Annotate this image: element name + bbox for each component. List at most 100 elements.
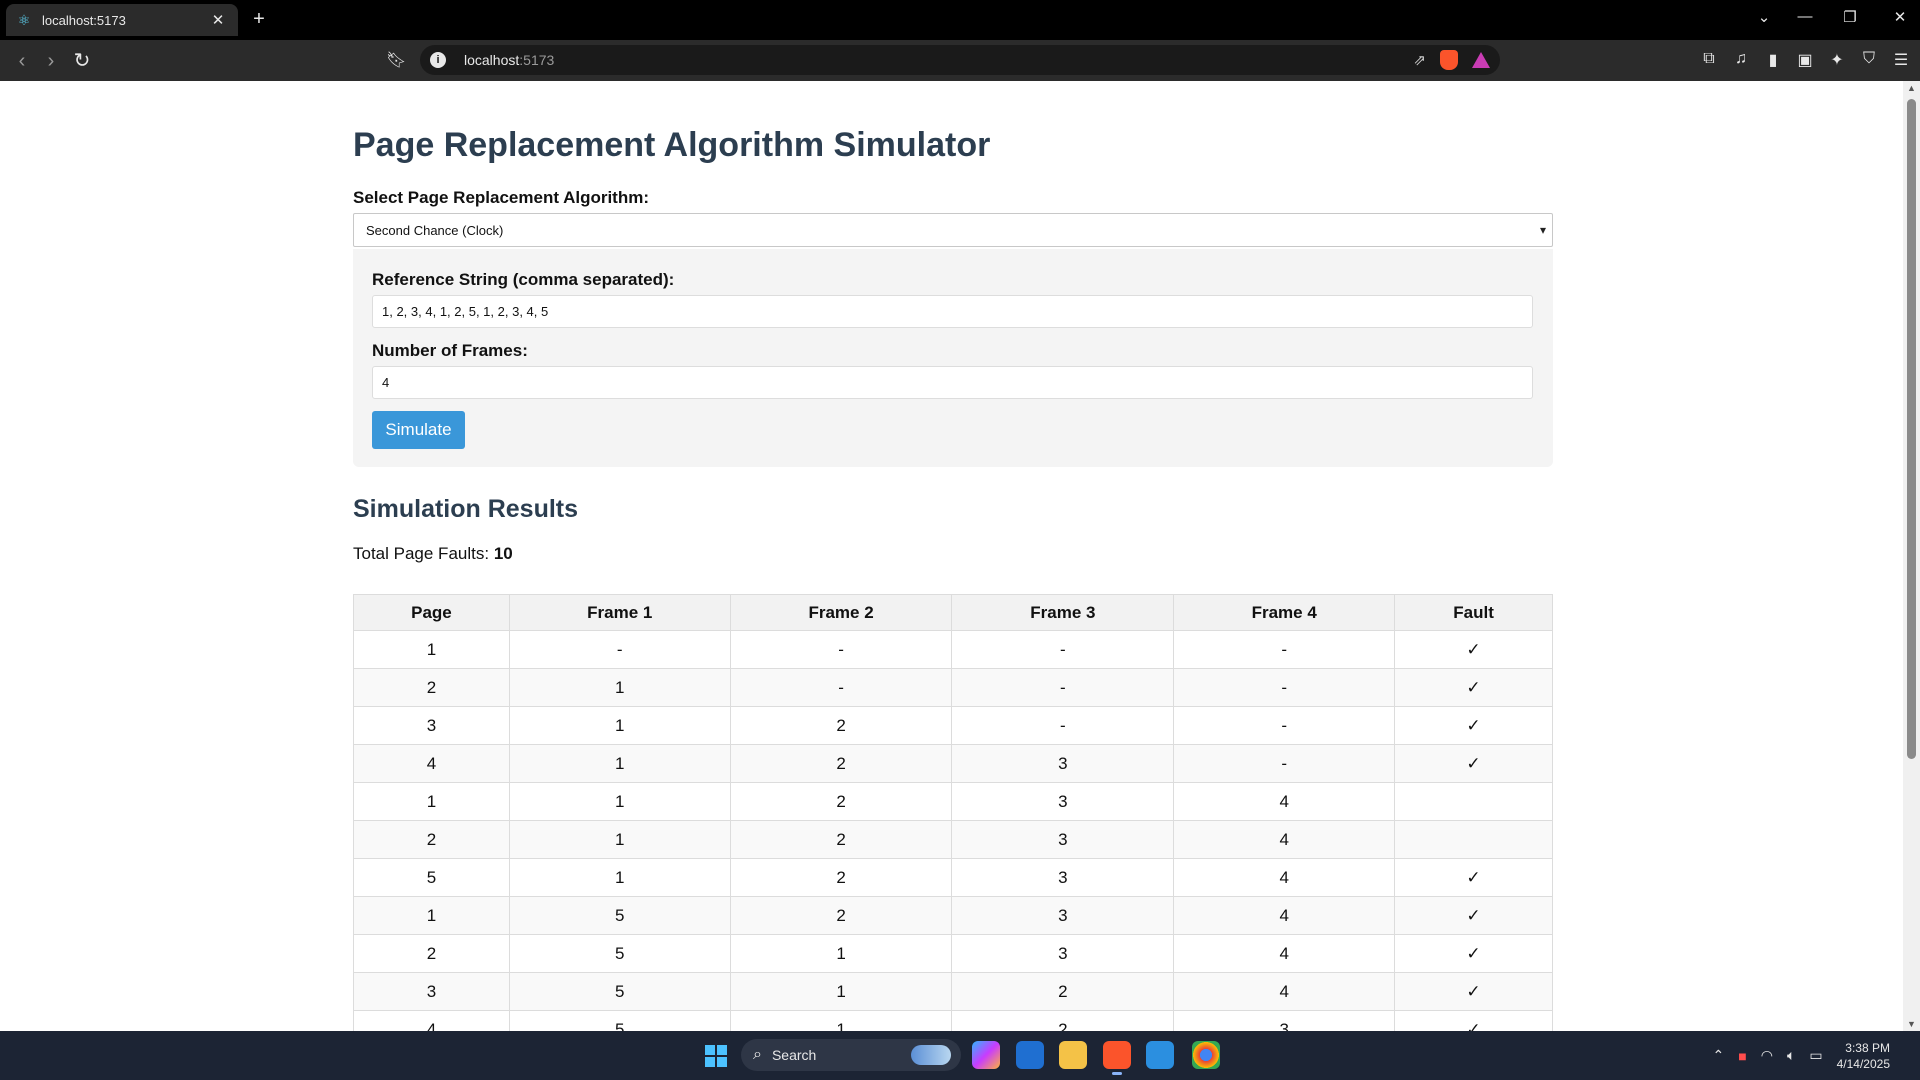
page-cell: 4 — [353, 1010, 510, 1031]
search-highlight-icon — [911, 1045, 951, 1065]
window-close-button[interactable]: ✕ — [1888, 8, 1912, 26]
frame-cell: 2 — [729, 744, 953, 783]
tab-search-icon[interactable]: ⌄ — [1752, 8, 1776, 26]
address-bar[interactable]: i localhost:5173 ⇗ — [420, 45, 1500, 75]
taskbar: ⌕ Search ⌃ ■ ◠ 🔈︎ ▭ 3:38 PM 4/14/2025 — [0, 1031, 1920, 1080]
store-icon[interactable] — [1016, 1041, 1044, 1069]
page-faults-value: 10 — [493, 544, 513, 563]
frame-cell: 3 — [951, 858, 1175, 897]
scroll-up-icon[interactable]: ▲ — [1906, 83, 1917, 93]
chrome-icon[interactable] — [1192, 1041, 1220, 1069]
restore-button[interactable]: ❐ — [1838, 8, 1862, 26]
frame-cell: 4 — [1173, 820, 1396, 859]
extensions-icon[interactable]: ⧉ — [1700, 50, 1718, 70]
frame-cell: 2 — [951, 972, 1175, 1011]
fault-cell: ✓ — [1394, 630, 1553, 669]
algorithm-select[interactable]: Second Chance (Clock) ▾ — [353, 213, 1553, 247]
taskbar-search[interactable]: ⌕ Search — [741, 1039, 961, 1071]
fault-cell: ✓ — [1394, 934, 1553, 973]
react-icon: ⚛ — [17, 12, 31, 28]
frame-cell: - — [1173, 668, 1396, 707]
frame-cell: - — [1173, 630, 1396, 669]
search-icon: ⌕ — [753, 1046, 762, 1063]
reference-string-label: Reference String (comma separated): — [372, 270, 675, 289]
volume-icon[interactable]: 🔈︎ — [1787, 1047, 1795, 1064]
frame-cell: 3 — [951, 782, 1175, 821]
frame-cell: 2 — [729, 820, 953, 859]
header-frame-1: Frame 1 — [508, 594, 731, 631]
page-cell: 4 — [353, 744, 510, 783]
tray-app-icon[interactable]: ■ — [1738, 1048, 1746, 1064]
frame-cell: 1 — [508, 858, 731, 897]
frame-cell: - — [508, 630, 731, 669]
sidebar-icon[interactable]: ▮ — [1764, 50, 1782, 70]
brave-rewards-icon[interactable] — [1472, 52, 1490, 68]
scroll-down-icon[interactable]: ▼ — [1906, 1019, 1917, 1029]
frames-input[interactable]: 4 — [372, 366, 1533, 399]
page-cell: 1 — [353, 896, 510, 935]
reference-string-input[interactable]: 1, 2, 3, 4, 1, 2, 5, 1, 2, 3, 4, 5 — [372, 295, 1533, 328]
copilot-icon[interactable] — [972, 1041, 1000, 1069]
frame-cell: 1 — [729, 1010, 953, 1031]
page-cell: 3 — [353, 972, 510, 1011]
media-icon[interactable]: ♫ — [1732, 50, 1750, 70]
clock[interactable]: 3:38 PM 4/14/2025 — [1837, 1040, 1890, 1072]
bookmark-icon[interactable]: 🔖︎ — [386, 49, 406, 73]
forward-icon[interactable]: › — [39, 49, 63, 73]
battery-icon[interactable]: ▭ — [1809, 1047, 1822, 1064]
table-row: 2 1- - - ✓ — [353, 668, 1553, 707]
fault-cell — [1394, 820, 1553, 859]
wallet-icon[interactable]: ▣ — [1796, 50, 1814, 70]
algorithm-selected-value: Second Chance (Clock) — [366, 222, 504, 238]
new-tab-button[interactable]: + — [248, 8, 270, 30]
brave-browser-icon[interactable] — [1103, 1041, 1131, 1075]
back-icon[interactable]: ‹ — [10, 49, 34, 73]
close-tab-icon[interactable]: ✕ — [208, 11, 228, 29]
reload-icon[interactable]: ↻ — [70, 49, 94, 73]
fault-cell: ✓ — [1394, 744, 1553, 783]
minimize-button[interactable]: — — [1793, 8, 1817, 25]
frame-cell: 3 — [951, 744, 1175, 783]
menu-icon[interactable]: ☰ — [1892, 50, 1910, 70]
frame-cell: 1 — [508, 744, 731, 783]
frame-cell: 5 — [508, 896, 731, 935]
vscode-icon[interactable] — [1146, 1041, 1174, 1069]
info-icon[interactable]: i — [430, 52, 446, 68]
file-explorer-icon[interactable] — [1059, 1041, 1087, 1069]
table-row: 4 5 1 2 3 ✓ — [353, 1010, 1553, 1031]
scrollbar-thumb[interactable] — [1907, 99, 1916, 759]
vpn-icon[interactable]: ⛉ — [1860, 50, 1878, 70]
clock-time: 3:38 PM — [1845, 1040, 1890, 1055]
page-cell: 2 — [353, 668, 510, 707]
frame-cell: 5 — [508, 1010, 731, 1031]
tray-overflow-icon[interactable]: ⌃ — [1713, 1047, 1725, 1064]
wifi-icon[interactable]: ◠ — [1761, 1047, 1773, 1064]
page-faults-label: Total Page Faults: — [353, 544, 490, 563]
table-row: 1 5 2 3 4 ✓ — [353, 896, 1553, 935]
frame-cell: 1 — [729, 972, 953, 1011]
frame-cell: 4 — [1173, 934, 1396, 973]
page-faults-summary: Total Page Faults: 10 — [353, 544, 513, 564]
scrollbar[interactable]: ▲ ▼ — [1903, 81, 1920, 1031]
taskbar-search-label: Search — [771, 1047, 817, 1063]
frame-cell: 2 — [729, 706, 953, 745]
windows-start-icon[interactable] — [705, 1045, 727, 1067]
frame-cell: 2 — [729, 896, 953, 935]
fault-cell: ✓ — [1394, 668, 1553, 707]
algorithm-label: Select Page Replacement Algorithm: — [353, 188, 650, 207]
leo-ai-icon[interactable]: ✦ — [1828, 50, 1846, 70]
fault-cell: ✓ — [1394, 706, 1553, 745]
input-panel: Reference String (comma separated): 1, 2… — [353, 249, 1553, 467]
fault-cell: ✓ — [1394, 1010, 1553, 1031]
brave-shields-icon[interactable] — [1440, 50, 1458, 70]
browser-tab[interactable]: ⚛ localhost:5173 ✕ — [6, 4, 238, 36]
fault-cell: ✓ — [1394, 896, 1553, 935]
chevron-down-icon: ▾ — [1539, 223, 1546, 237]
share-icon[interactable]: ⇗ — [1413, 51, 1426, 69]
simulate-button[interactable]: Simulate — [372, 411, 465, 449]
header-page: Page — [353, 594, 510, 631]
frame-cell: 5 — [508, 934, 731, 973]
table-row: 3 1 2- - ✓ — [353, 706, 1553, 745]
table-header-row: Page Frame 1 Frame 2 Frame 3 Frame 4 Fau… — [353, 594, 1553, 631]
table-row: 2 5 1 3 4 ✓ — [353, 934, 1553, 973]
